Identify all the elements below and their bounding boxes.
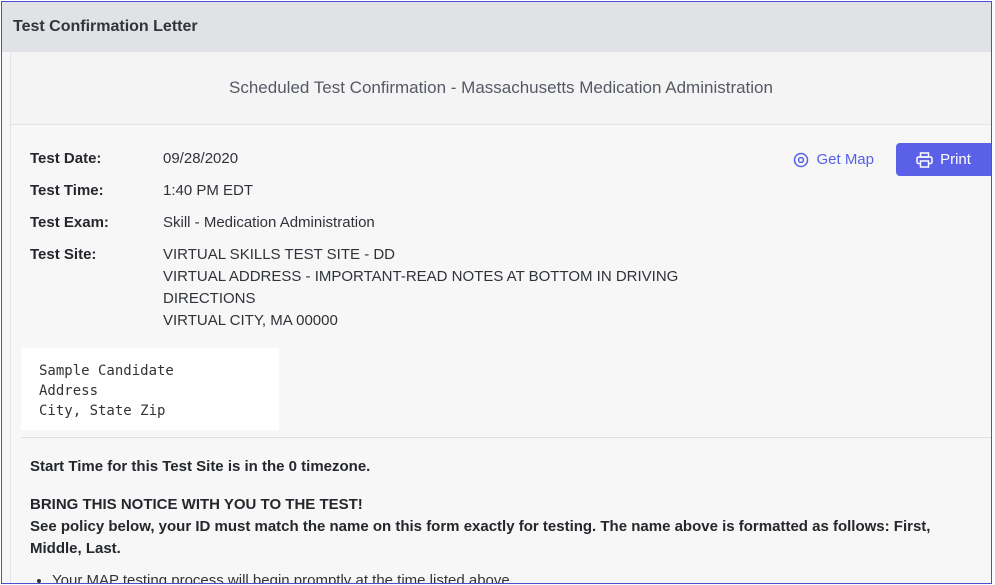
- address-line: Address: [39, 383, 99, 399]
- test-exam-row: Test Exam: Skill - Medication Administra…: [30, 212, 763, 234]
- candidate-address: Sample Candidate Address City, State Zip: [21, 348, 279, 430]
- site-line: VIRTUAL SKILLS TEST SITE - DD: [163, 246, 396, 263]
- print-button[interactable]: Print: [896, 143, 991, 176]
- notes-section: Start Time for this Test Site is in the …: [30, 456, 971, 583]
- action-bar: Get Map Print: [793, 143, 991, 176]
- get-map-label: Get Map: [816, 151, 874, 168]
- test-time-row: Test Time: 1:40 PM EDT: [30, 180, 763, 202]
- print-label: Print: [940, 151, 971, 168]
- timezone-note: Start Time for this Test Site is in the …: [30, 458, 371, 475]
- test-exam-value: Skill - Medication Administration: [163, 214, 375, 231]
- address-line: Sample Candidate: [39, 363, 174, 379]
- test-date-value: 09/28/2020: [163, 150, 239, 167]
- id-policy-note: See policy below, your ID must match the…: [30, 518, 931, 557]
- test-time-value: 1:40 PM EDT: [163, 182, 254, 199]
- test-site-value: VIRTUAL SKILLS TEST SITE - DD VIRTUAL AD…: [163, 244, 763, 332]
- printer-icon: [916, 151, 933, 168]
- confirmation-window: Test Confirmation Letter Scheduled Test …: [1, 1, 992, 584]
- test-date-row: Test Date: 09/28/2020: [30, 148, 763, 170]
- window-title: Test Confirmation Letter: [2, 2, 991, 52]
- site-line: DIRECTIONS: [163, 290, 256, 307]
- notes-list: Your MAP testing process will begin prom…: [30, 570, 971, 583]
- site-line: VIRTUAL CITY, MA 00000: [163, 312, 338, 329]
- test-site-row: Test Site: VIRTUAL SKILLS TEST SITE - DD…: [30, 244, 763, 332]
- list-item: Your MAP testing process will begin prom…: [52, 570, 971, 583]
- section-divider: [21, 437, 991, 438]
- address-line: City, State Zip: [39, 403, 166, 419]
- panel-header: Scheduled Test Confirmation - Massachuse…: [11, 52, 991, 125]
- test-site-label: Test Site:: [30, 246, 97, 263]
- test-time-label: Test Time:: [30, 182, 104, 199]
- test-exam-label: Test Exam:: [30, 214, 109, 231]
- site-line: VIRTUAL ADDRESS - IMPORTANT-READ NOTES A…: [163, 268, 679, 285]
- get-map-link[interactable]: Get Map: [793, 151, 874, 168]
- confirmation-panel: Scheduled Test Confirmation - Massachuse…: [10, 52, 991, 583]
- test-date-label: Test Date:: [30, 150, 102, 167]
- map-pin-icon: [794, 152, 809, 167]
- test-details: Test Date: 09/28/2020 Test Time: 1:40 PM…: [30, 148, 763, 342]
- bring-notice: BRING THIS NOTICE WITH YOU TO THE TEST!: [30, 496, 363, 513]
